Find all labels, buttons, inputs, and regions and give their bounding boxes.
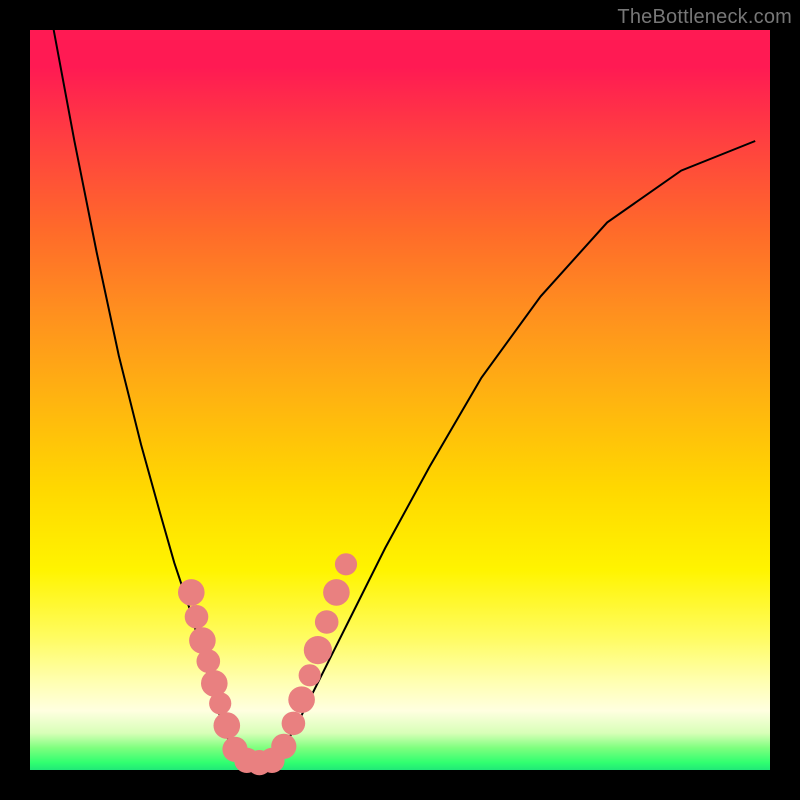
chart-svg <box>30 30 770 770</box>
bead-marker <box>197 649 221 673</box>
curve-line <box>54 30 756 763</box>
bead-marker <box>299 664 321 686</box>
bead-marker <box>323 579 350 606</box>
bead-marker <box>335 553 357 575</box>
bead-group <box>178 553 357 775</box>
frame: TheBottleneck.com <box>0 0 800 800</box>
bead-marker <box>201 670 228 697</box>
bead-marker <box>214 712 241 739</box>
bead-marker <box>185 605 209 629</box>
bead-marker <box>288 686 315 713</box>
bead-marker <box>315 610 339 634</box>
bead-marker <box>304 636 332 664</box>
plot-area <box>30 30 770 770</box>
bead-marker <box>189 627 216 654</box>
bead-marker <box>209 692 231 714</box>
bead-marker <box>282 712 306 736</box>
watermark-text: TheBottleneck.com <box>617 6 792 29</box>
bead-marker <box>271 734 296 759</box>
bead-marker <box>178 579 205 606</box>
